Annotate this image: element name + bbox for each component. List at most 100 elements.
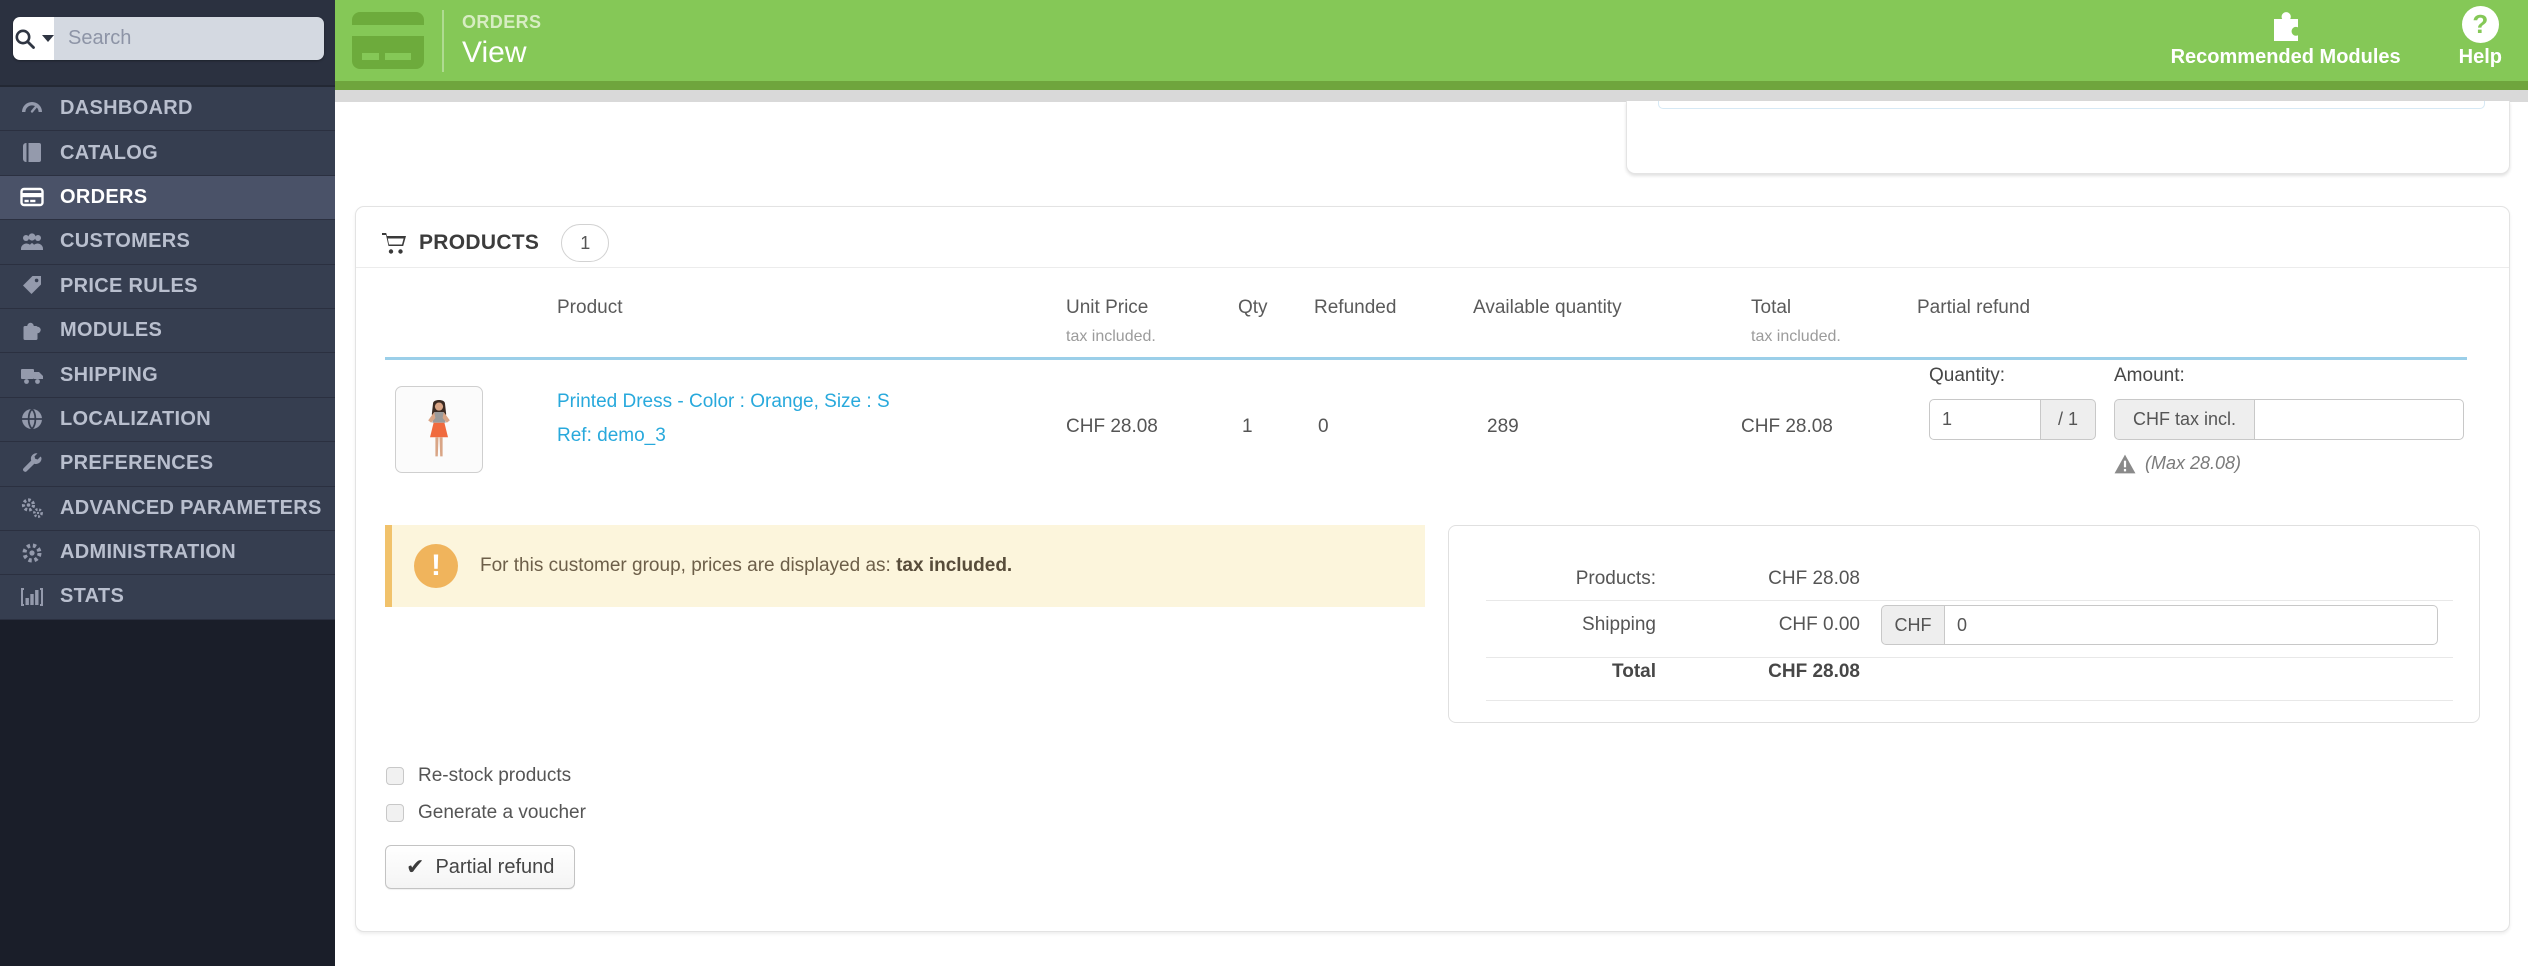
refund-quantity-group: / 1 <box>1929 399 2096 440</box>
refund-max-text: (Max 28.08) <box>2145 453 2242 473</box>
product-ref-link[interactable]: Ref: demo_3 <box>557 425 666 447</box>
totals-products-label: Products: <box>1575 568 1656 589</box>
sidebar-item-label: CUSTOMERS <box>60 230 191 253</box>
col-header-qty: Qty <box>1238 297 1268 318</box>
tax-notice: ! For this customer group, prices are di… <box>385 525 1425 607</box>
cell-refunded: 0 <box>1318 416 1329 437</box>
shipping-currency-addon: CHF <box>1881 605 1944 645</box>
tax-notice-bold: tax included. <box>896 555 1013 576</box>
chevron-down-icon <box>42 35 54 42</box>
help-icon: ? <box>2461 5 2499 43</box>
product-name-link[interactable]: Printed Dress - Color : Orange, Size : S <box>557 391 890 413</box>
sidebar-item-administration[interactable]: ADMINISTRATION <box>0 530 335 576</box>
header-bottom-strip <box>335 81 2528 90</box>
table-header-rule <box>385 357 2467 360</box>
refund-quantity-label: Quantity: <box>1929 365 2006 386</box>
panel-title: PRODUCTS <box>419 231 540 254</box>
cell-unit-price: CHF 28.08 <box>1066 416 1158 437</box>
sidebar-item-label: ADMINISTRATION <box>60 541 237 564</box>
sidebar-footer <box>0 620 335 966</box>
sidebar-item-catalog[interactable]: CATALOG <box>0 131 335 176</box>
col-header-product: Product <box>557 297 623 318</box>
puzzle-icon <box>2266 5 2306 43</box>
refund-quantity-input[interactable] <box>1929 399 2041 440</box>
header-text: ORDERS View <box>462 12 541 70</box>
tag-icon <box>17 273 47 299</box>
sidebar-item-price-rules[interactable]: PRICE RULES <box>0 264 335 309</box>
totals-divider <box>1486 700 2453 701</box>
totals-total-label: Total <box>1612 661 1656 682</box>
scrolled-panel-inner-box <box>1658 101 2485 109</box>
sidebar-item-stats[interactable]: STATS <box>0 575 335 620</box>
sidebar-item-label: DASHBOARD <box>60 97 193 120</box>
header-actions: Recommended Modules ? Help <box>2171 5 2528 77</box>
refund-amount-addon: CHF tax incl. <box>2114 399 2254 440</box>
sidebar-item-label: LOCALIZATION <box>60 407 211 430</box>
col-header-unit-price: Unit Price <box>1066 297 1149 318</box>
col-subheader-tax-included: tax included. <box>1751 328 1841 345</box>
col-subheader-tax-included: tax included. <box>1066 328 1156 345</box>
scrolled-panel-bottom <box>1626 101 2510 174</box>
sidebar-item-label: CATALOG <box>60 141 159 164</box>
check-icon: ✔ <box>406 854 425 879</box>
info-icon: ! <box>414 544 458 588</box>
col-header-refunded: Refunded <box>1314 297 1397 318</box>
globe-icon <box>17 406 47 432</box>
totals-shipping-value: CHF 0.00 <box>1778 614 1860 635</box>
refund-amount-input[interactable] <box>2254 399 2464 440</box>
shipping-refund-input[interactable] <box>1944 605 2438 645</box>
breadcrumb: ORDERS <box>462 11 542 32</box>
restock-label: Re-stock products <box>418 765 572 786</box>
search-button[interactable] <box>13 17 54 60</box>
cell-available-quantity: 289 <box>1487 416 1519 437</box>
recommended-modules-button[interactable]: Recommended Modules <box>2171 5 2401 69</box>
sidebar-item-label: MODULES <box>60 319 163 342</box>
refund-amount-group: CHF tax incl. <box>2114 399 2464 440</box>
sidebar-item-localization[interactable]: LOCALIZATION <box>0 397 335 443</box>
refund-quantity-max-addon: / 1 <box>2041 399 2096 440</box>
header-separator <box>442 9 444 72</box>
restock-checkbox[interactable] <box>386 767 404 785</box>
totals-divider <box>1486 657 2453 658</box>
sidebar-item-shipping[interactable]: SHIPPING <box>0 353 335 398</box>
sidebar-item-modules[interactable]: MODULES <box>0 308 335 354</box>
sidebar-item-label: STATS <box>60 585 125 608</box>
products-panel-header: PRODUCTS 1 <box>381 221 610 265</box>
sidebar-top <box>0 0 335 87</box>
sidebar-item-preferences[interactable]: PREFERENCES <box>0 442 335 487</box>
search-bar <box>13 17 324 60</box>
voucher-checkbox[interactable] <box>386 804 404 822</box>
dashboard-icon <box>17 96 47 122</box>
help-button[interactable]: ? Help <box>2459 5 2502 69</box>
refund-max-note: (Max 28.08) <box>2114 453 2241 474</box>
cart-icon <box>381 230 407 256</box>
recommended-modules-label: Recommended Modules <box>2170 45 2401 68</box>
product-thumbnail[interactable] <box>395 386 483 473</box>
dress-image <box>403 393 475 466</box>
sidebar-item-dashboard[interactable]: DASHBOARD <box>0 87 335 132</box>
sidebar-item-advanced-parameters[interactable]: ADVANCED PARAMETERS <box>0 486 335 531</box>
totals-products-value: CHF 28.08 <box>1768 568 1860 589</box>
tax-notice-text: For this customer group, prices are disp… <box>480 555 897 576</box>
warning-icon <box>2114 454 2136 474</box>
gear-icon <box>17 540 47 566</box>
prestashop-admin: DASHBOARD CATALOG ORDERS CUSTOMERS PRICE… <box>0 0 2528 966</box>
book-icon <box>17 140 47 166</box>
cell-total: CHF 28.08 <box>1741 416 1833 437</box>
sidebar-item-customers[interactable]: CUSTOMERS <box>0 220 335 265</box>
truck-icon <box>17 362 47 388</box>
sidebar-item-orders[interactable]: ORDERS <box>0 175 335 221</box>
panel-divider <box>356 267 2509 268</box>
col-header-total: Total <box>1751 297 1792 318</box>
totals-total-value: CHF 28.08 <box>1768 661 1860 682</box>
col-header-partial-refund: Partial refund <box>1917 297 2031 318</box>
partial-refund-button[interactable]: ✔ Partial refund <box>385 845 576 889</box>
page-header: ORDERS View Recommended Modules ? Help <box>335 0 2528 81</box>
products-panel: PRODUCTS 1 Product Unit Price tax includ… <box>355 206 2510 932</box>
partial-refund-button-label: Partial refund <box>435 855 555 878</box>
products-count-badge: 1 <box>561 224 610 262</box>
search-input[interactable] <box>54 17 324 60</box>
col-header-available-quantity: Available quantity <box>1473 297 1622 318</box>
wrench-icon <box>17 451 47 477</box>
page-title: View <box>462 35 527 69</box>
